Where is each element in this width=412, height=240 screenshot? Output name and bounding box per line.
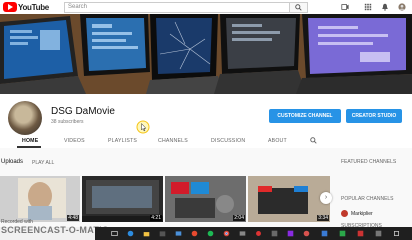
tab-discussion[interactable]: DISCUSSION: [211, 138, 245, 144]
app-icon[interactable]: [191, 230, 198, 237]
photos-icon[interactable]: [239, 230, 246, 237]
video-duration: 4:48: [67, 215, 79, 221]
youtube-play-icon: [3, 2, 17, 12]
featured-channels-heading: FEATURED CHANNELS: [341, 159, 397, 165]
video-thumbnail-3[interactable]: 2:04: [165, 176, 246, 222]
tab-playlists[interactable]: PLAYLISTS: [108, 138, 137, 144]
edge-browser-icon[interactable]: [127, 230, 134, 237]
notifications-icon[interactable]: [381, 3, 389, 11]
video-thumbnail-4[interactable]: 3:34: [248, 176, 330, 222]
notification-center-icon[interactable]: [393, 230, 400, 237]
record-icon[interactable]: [255, 230, 262, 237]
video-thumbnail-2[interactable]: 4:21: [82, 176, 163, 222]
channel-search-icon[interactable]: [310, 137, 317, 144]
popular-channel-avatar[interactable]: [341, 210, 348, 217]
cursor-highlight: [136, 120, 150, 134]
video-duration: 4:21: [150, 215, 162, 221]
channel-name: DSG DaMovie: [51, 106, 115, 117]
mail-icon[interactable]: [175, 230, 182, 237]
creator-studio-button[interactable]: CREATOR STUDIO: [346, 109, 402, 123]
carousel-next-button[interactable]: ›: [320, 192, 332, 204]
windows-taskbar: [95, 227, 412, 240]
search-input[interactable]: Search: [64, 2, 290, 13]
account-icon[interactable]: [398, 3, 406, 11]
video-duration: 3:34: [317, 215, 329, 221]
app-icon[interactable]: [357, 230, 364, 237]
app-icon[interactable]: [303, 230, 310, 237]
app-icon[interactable]: [375, 230, 382, 237]
channel-banner: [0, 14, 412, 94]
watermark-brand: SCREENCAST-O-MATIC: [1, 225, 109, 235]
subscriber-count: 38 subscribers: [51, 119, 84, 125]
popular-channels-heading: POPULAR CHANNELS: [341, 196, 394, 202]
app-icon[interactable]: [321, 230, 328, 237]
play-all-link[interactable]: PLAY ALL: [32, 160, 54, 166]
app-icon[interactable]: [339, 230, 346, 237]
app-icon[interactable]: [287, 230, 294, 237]
tab-home[interactable]: HOME: [22, 138, 38, 144]
chrome-icon[interactable]: [223, 230, 230, 237]
task-view-icon[interactable]: [111, 230, 118, 237]
apps-icon[interactable]: [364, 3, 372, 11]
search-icon: [295, 4, 302, 11]
video-duration: 2:04: [233, 215, 245, 221]
music-icon[interactable]: [207, 230, 214, 237]
youtube-logo[interactable]: YouTube: [3, 2, 49, 12]
masthead: YouTube Search: [0, 0, 412, 14]
channel-avatar[interactable]: [8, 101, 42, 135]
video-thumbnail-1[interactable]: 4:48: [0, 176, 80, 222]
app-icon[interactable]: [271, 230, 278, 237]
upload-icon[interactable]: [341, 3, 349, 11]
customize-channel-button[interactable]: CUSTOMIZE CHANNEL: [269, 109, 341, 123]
file-explorer-icon[interactable]: [143, 230, 150, 237]
youtube-logo-text: YouTube: [18, 2, 49, 12]
tab-videos[interactable]: VIDEOS: [64, 138, 85, 144]
popular-channel-name[interactable]: Markiplier: [351, 211, 373, 217]
uploads-heading[interactable]: Uploads: [1, 159, 23, 165]
tab-channels[interactable]: CHANNELS: [158, 138, 188, 144]
tab-about[interactable]: ABOUT: [268, 138, 287, 144]
store-icon[interactable]: [159, 230, 166, 237]
search-button[interactable]: [290, 2, 308, 13]
